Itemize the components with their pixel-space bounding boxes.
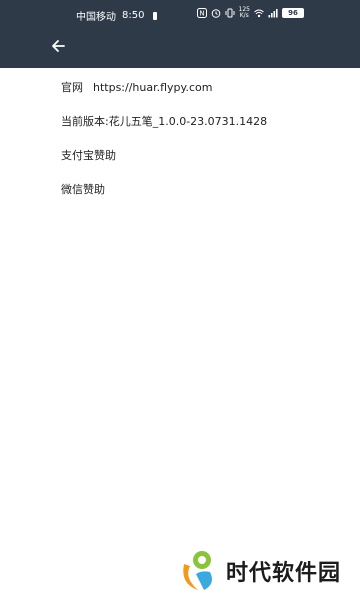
alarm-icon (211, 9, 220, 18)
about-list: 官网 https://huar.flypy.com 当前版本:花儿五笔_1.0.0… (61, 80, 340, 216)
app-bar: 中国移动 8:50 N 125 K/s 96 (0, 0, 360, 68)
back-button[interactable] (46, 34, 70, 58)
carrier-name: 中国移动 (76, 12, 116, 23)
website-label: 官网 (61, 81, 83, 94)
notification-icon (153, 11, 158, 20)
watermark-text: 时代软件园 (226, 561, 342, 586)
alipay-sponsor-row[interactable]: 支付宝赞助 (61, 148, 340, 182)
signal-icon (268, 9, 278, 18)
clock: 8:50 (122, 10, 145, 21)
svg-text:N: N (199, 10, 204, 18)
nfc-icon: N (196, 8, 207, 18)
website-row[interactable]: 官网 https://huar.flypy.com (61, 80, 340, 114)
status-icons: N 125 K/s 96 (196, 6, 304, 19)
version-row: 当前版本:花儿五笔_1.0.0-23.0731.1428 (61, 114, 340, 148)
net-speed: 125 K/s (238, 6, 250, 19)
watermark: 时代软件园 (176, 548, 341, 594)
watermark-logo-icon (183, 551, 212, 590)
arrow-left-icon (52, 40, 65, 52)
carrier-time: 中国移动 8:50 (76, 8, 160, 23)
vibrate-icon (225, 8, 235, 18)
alipay-sponsor-label: 支付宝赞助 (61, 149, 116, 162)
version-label: 当前版本:花儿五笔_1.0.0-23.0731.1428 (61, 115, 268, 128)
website-url[interactable]: https://huar.flypy.com (93, 81, 212, 94)
wechat-sponsor-label: 微信赞助 (61, 183, 105, 196)
wechat-sponsor-row[interactable]: 微信赞助 (61, 182, 340, 216)
battery-icon: 96 (282, 8, 304, 18)
wifi-icon (254, 9, 264, 18)
status-bar: 中国移动 8:50 N 125 K/s 96 (0, 0, 360, 26)
